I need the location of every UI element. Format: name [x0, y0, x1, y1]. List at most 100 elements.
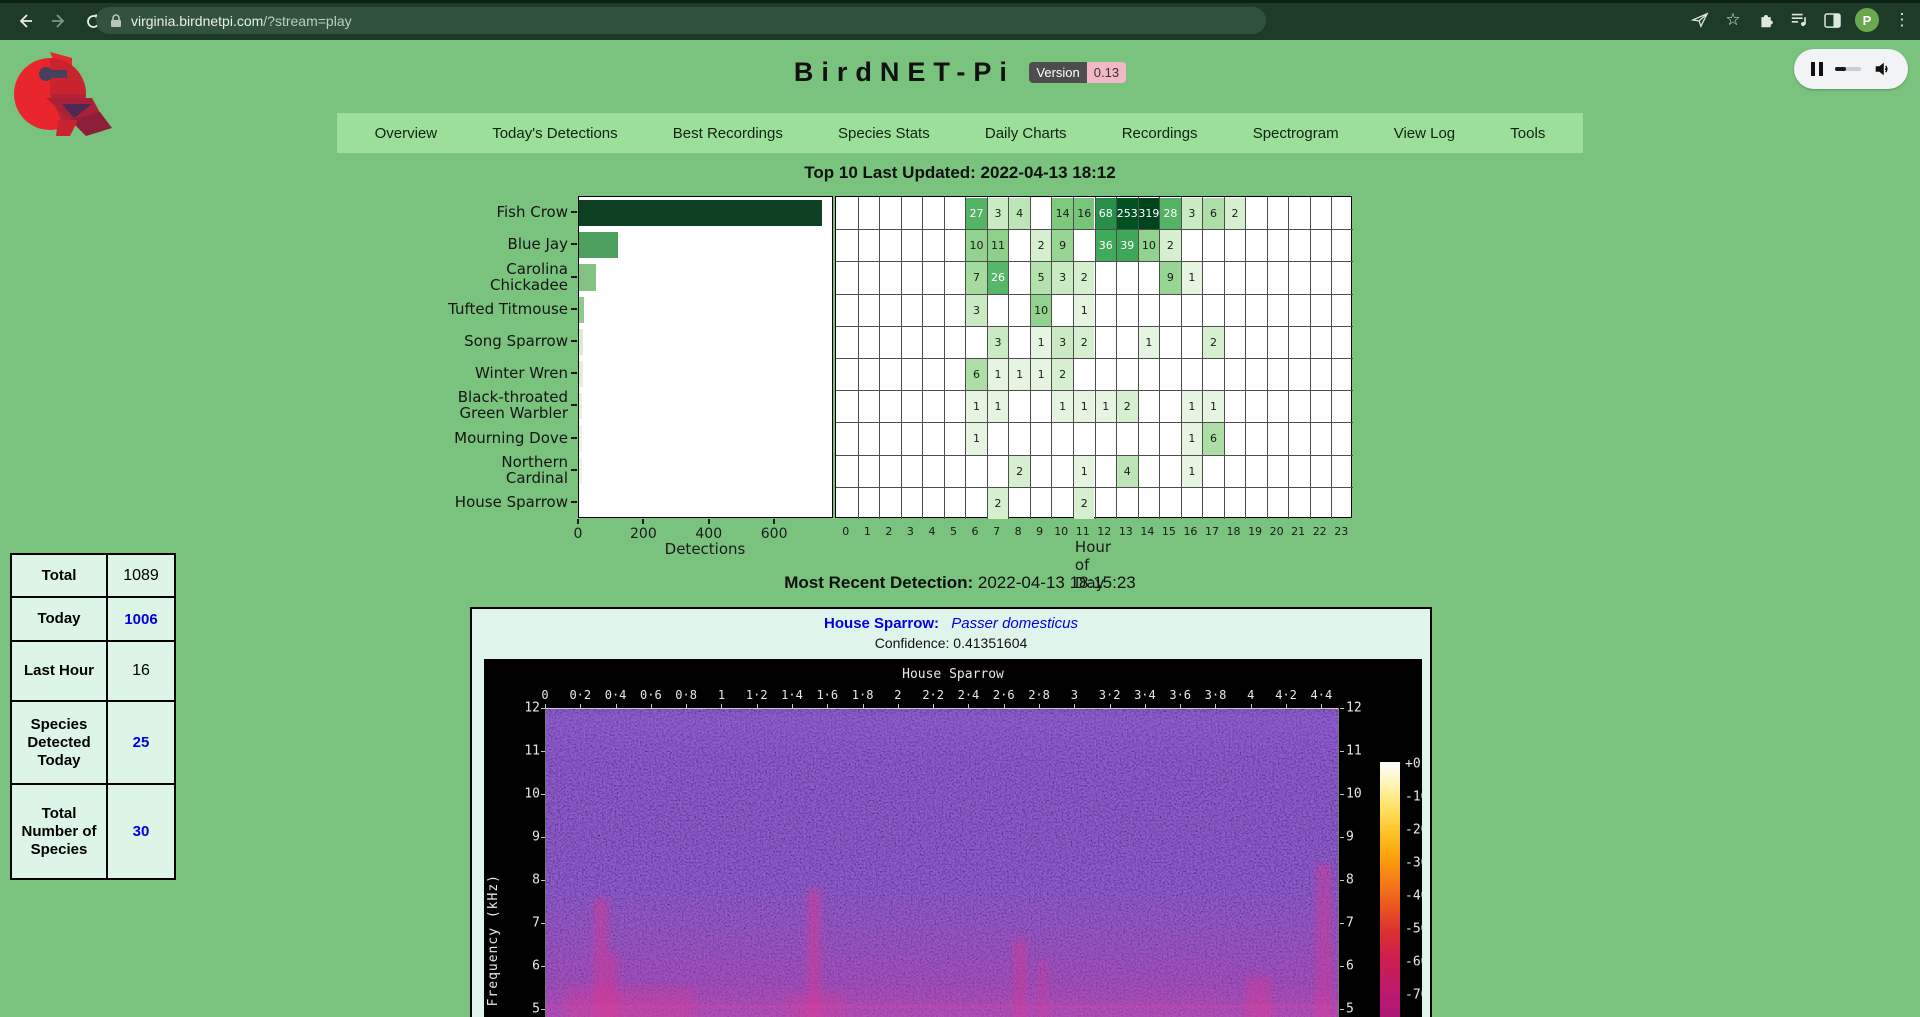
- profile-avatar[interactable]: P: [1855, 8, 1879, 32]
- extensions-icon[interactable]: [1756, 10, 1776, 30]
- heatmap-cell-song-sparrow-h10: 3: [1052, 327, 1073, 358]
- heatmap-cell-song-sparrow-h14: 1: [1139, 327, 1160, 358]
- spec-time-tick: [651, 704, 652, 708]
- heatmap-cell-northern-cardinal-h8: 2: [1009, 456, 1030, 487]
- forward-button[interactable]: [46, 8, 72, 34]
- side-panel-icon[interactable]: [1822, 10, 1842, 30]
- spec-freq-tick: [1340, 923, 1344, 924]
- spec-db-label-30: -30: [1405, 856, 1422, 871]
- heatmap-cell-blue-jay-h10: 9: [1052, 230, 1073, 261]
- heatmap-cell-song-sparrow-h17: 2: [1203, 327, 1224, 358]
- species-label-carolina-chickadee: CarolinaChickadee: [330, 261, 568, 293]
- heatmap-cell-song-sparrow-h11: 2: [1074, 327, 1095, 358]
- species-label-tufted-titmouse: Tufted Titmouse: [330, 301, 568, 317]
- spec-time-tick: [1074, 704, 1075, 708]
- spec-time-label-5: 1: [718, 688, 725, 702]
- heatmap-cell-tufted-titmouse-h11: 1: [1074, 295, 1095, 326]
- heatmap-gridline-h: [836, 229, 1353, 230]
- bookmark-star-icon[interactable]: ☆: [1723, 10, 1743, 30]
- bar-fish-crow: [579, 200, 822, 226]
- hour-label-5: 5: [950, 525, 957, 538]
- ytick: [571, 501, 577, 503]
- nav-item-spectrogram[interactable]: Spectrogram: [1253, 125, 1339, 142]
- browser-toolbar: virginia.birdnetpi.com/?stream=play ☆ P …: [0, 0, 1920, 40]
- spec-db-label-20: -20: [1405, 823, 1422, 838]
- stats-value-species-detected-today[interactable]: 25: [107, 701, 175, 784]
- spec-freq-tick: [541, 751, 545, 752]
- hour-label-12: 12: [1097, 525, 1111, 538]
- species-common-name[interactable]: House Sparrow:: [824, 615, 939, 632]
- hour-label-0: 0: [842, 525, 849, 538]
- heatmap-cell-winter-wren-h7: 1: [988, 359, 1009, 390]
- bar-xtick: [708, 519, 710, 524]
- spec-time-label-8: 1·6: [816, 688, 838, 702]
- heatmap-cell-tufted-titmouse-h9: 10: [1031, 295, 1052, 326]
- heatmap-cell-carolina-chickadee-h15: 9: [1160, 262, 1181, 293]
- bar-xtick-label: 200: [630, 526, 657, 542]
- species-label-northern-cardinal: NorthernCardinal: [330, 454, 568, 486]
- spec-db-label-0: +0: [1405, 757, 1421, 772]
- volume-icon[interactable]: [1873, 60, 1891, 78]
- spec-freq-label-right-11: 11: [1346, 744, 1362, 759]
- hour-label-20: 20: [1270, 525, 1284, 538]
- nav-item-daily-charts[interactable]: Daily Charts: [985, 125, 1067, 142]
- spec-freq-label-right-12: 12: [1346, 701, 1362, 716]
- birdnetpi-page: BirdNET-Pi Version 0.13 OverviewToday's …: [0, 40, 1920, 1017]
- send-icon[interactable]: [1690, 10, 1710, 30]
- bar-xaxis-label: Detections: [665, 540, 746, 558]
- stats-value-today[interactable]: 1006: [107, 597, 175, 641]
- ytick: [571, 340, 577, 342]
- back-button[interactable]: [12, 8, 38, 34]
- nav-item-best-recordings[interactable]: Best Recordings: [673, 125, 783, 142]
- nav-item-species-stats[interactable]: Species Stats: [838, 125, 930, 142]
- heatmap-cell-house-sparrow-h11: 2: [1074, 488, 1095, 519]
- nav-item-view-log[interactable]: View Log: [1394, 125, 1455, 142]
- hour-label-16: 16: [1183, 525, 1197, 538]
- heatmap-cell-fish-crow-h11: 16: [1074, 198, 1095, 229]
- nav-item-recordings[interactable]: Recordings: [1122, 125, 1198, 142]
- spec-freq-tick: [541, 966, 545, 967]
- spec-freq-label-left-8: 8: [484, 873, 540, 888]
- heatmap-cell-black-throated-green-warbler-h17: 1: [1203, 391, 1224, 422]
- spec-time-tick: [1215, 704, 1216, 708]
- menu-dots-icon[interactable]: ⋮: [1892, 10, 1912, 30]
- pause-button[interactable]: [1811, 62, 1823, 76]
- spec-time-tick: [933, 704, 934, 708]
- spec-time-tick: [1004, 704, 1005, 708]
- stats-row-total: Total1089: [11, 554, 175, 597]
- media-playlist-icon[interactable]: [1789, 10, 1809, 30]
- stats-value-total-number-of-species[interactable]: 30: [107, 784, 175, 879]
- url-bar[interactable]: virginia.birdnetpi.com/?stream=play: [96, 7, 1266, 34]
- nav-item-overview[interactable]: Overview: [375, 125, 438, 142]
- stats-row-species-detected-today: Species Detected Today25: [11, 701, 175, 784]
- recent-detection-label: Most Recent Detection:: [784, 573, 973, 592]
- bar-black-throated-green-warbler: [579, 393, 582, 419]
- nav-item-tools[interactable]: Tools: [1510, 125, 1545, 142]
- hour-label-6: 6: [972, 525, 979, 538]
- species-label-house-sparrow: House Sparrow: [330, 494, 568, 510]
- screen: virginia.birdnetpi.com/?stream=play ☆ P …: [0, 0, 1920, 1017]
- hour-label-11: 11: [1076, 525, 1090, 538]
- main-nav: Overview Today's Detections Best Recording…: [337, 113, 1583, 153]
- heatmap-gridline-h: [836, 487, 1353, 488]
- spec-db-label-10: -10: [1405, 790, 1422, 805]
- hour-label-9: 9: [1036, 525, 1043, 538]
- heatmap-cell-blue-jay-h15: 2: [1160, 230, 1181, 261]
- spec-freq-label-left-6: 6: [484, 959, 540, 974]
- audio-player[interactable]: [1794, 49, 1908, 89]
- audio-seek-bar[interactable]: [1835, 67, 1861, 71]
- spec-time-label-0: 0: [541, 688, 548, 702]
- stats-label-last-hour: Last Hour: [11, 641, 107, 701]
- species-label-blue-jay: Blue Jay: [330, 236, 568, 252]
- hour-label-21: 21: [1291, 525, 1305, 538]
- spec-freq-label-right-10: 10: [1346, 787, 1362, 802]
- heatmap-cell-winter-wren-h8: 1: [1009, 359, 1030, 390]
- heatmap-gridline-h: [836, 455, 1353, 456]
- heatmap-cell-black-throated-green-warbler-h12: 1: [1096, 391, 1117, 422]
- spec-freq-tick: [1340, 880, 1344, 881]
- version-badge: Version 0.13: [1029, 62, 1126, 83]
- heatmap-cell-blue-jay-h12: 36: [1096, 230, 1117, 261]
- bar-northern-cardinal: [579, 458, 582, 484]
- spec-time-label-18: 3·6: [1169, 688, 1191, 702]
- nav-item-today-s-detections[interactable]: Today's Detections: [492, 125, 617, 142]
